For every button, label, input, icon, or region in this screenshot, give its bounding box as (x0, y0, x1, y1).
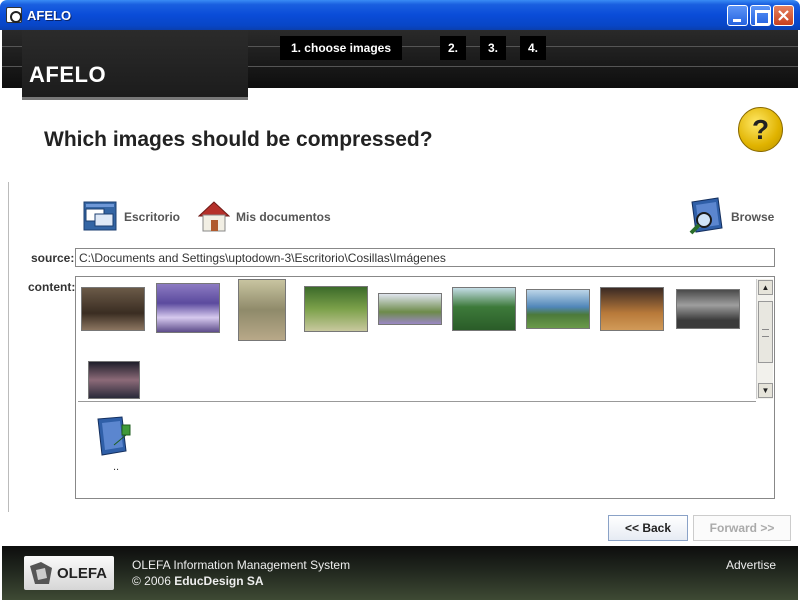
step-2: 2. (440, 36, 466, 60)
source-label: source: (31, 251, 75, 265)
scroll-thumb[interactable] (758, 301, 773, 363)
advertise-link[interactable]: Advertise (726, 558, 776, 572)
footer-system-name: OLEFA Information Management System (132, 558, 351, 572)
footer: OLEFA OLEFA Information Management Syste… (2, 546, 798, 600)
content-divider (78, 401, 756, 402)
home-icon[interactable] (198, 200, 230, 232)
copyright-prefix: © 2006 (132, 574, 171, 588)
logo-text: AFELO (29, 62, 107, 87)
parent-folder-label[interactable]: .. (113, 461, 119, 473)
page-question: Which images should be compressed? (44, 128, 433, 151)
close-button[interactable] (773, 5, 794, 26)
location-desktop[interactable]: Escritorio (124, 210, 180, 224)
image-thumbnail[interactable] (304, 286, 368, 332)
app-icon (6, 7, 22, 23)
step-4: 4. (520, 36, 546, 60)
step-choose-images: 1. choose images (280, 36, 402, 60)
header-banner: AFELO 1. choose images 2. 3. 4. (2, 30, 798, 100)
forward-button[interactable]: Forward >> (693, 515, 791, 541)
image-thumbnail[interactable] (378, 293, 442, 325)
source-path-field[interactable]: C:\Documents and Settings\uptodown-3\Esc… (75, 248, 775, 267)
desktop-icon[interactable] (83, 201, 117, 231)
scroll-down-icon[interactable]: ▼ (758, 383, 773, 398)
olefa-logo-icon (30, 562, 52, 584)
content-panel: .. ▲ ▼ (75, 276, 775, 499)
help-button[interactable]: ? (738, 107, 783, 152)
image-thumbnail[interactable] (676, 289, 740, 329)
left-rule (8, 182, 9, 512)
olefa-logo-text: OLEFA (57, 565, 108, 582)
minimize-button[interactable] (727, 5, 748, 26)
image-thumbnail[interactable] (526, 289, 590, 329)
scroll-up-icon[interactable]: ▲ (758, 280, 773, 295)
maximize-button[interactable] (750, 5, 771, 26)
content-label: content: (28, 280, 76, 294)
window-title: AFELO (27, 8, 72, 23)
afelo-logo: AFELO (22, 30, 248, 100)
image-thumbnail[interactable] (238, 279, 286, 341)
image-thumbnail[interactable] (600, 287, 664, 331)
footer-copyright: © 2006 EducDesign SA (132, 574, 264, 588)
step-3: 3. (480, 36, 506, 60)
browse-button[interactable]: Browse (731, 210, 774, 224)
olefa-logo: OLEFA (24, 556, 114, 590)
app-window: AFELO AFELO 1. choose images 2. 3. 4. Wh… (0, 0, 800, 600)
content-scrollbar[interactable]: ▲ ▼ (756, 279, 773, 399)
close-icon (778, 10, 789, 21)
image-thumbnail[interactable] (88, 361, 140, 399)
company-name: EducDesign SA (174, 574, 264, 588)
back-button[interactable]: << Back (608, 515, 688, 541)
title-bar[interactable]: AFELO (0, 0, 800, 30)
image-thumbnail[interactable] (81, 287, 145, 331)
image-thumbnail[interactable] (452, 287, 516, 331)
parent-folder-icon[interactable] (96, 415, 134, 457)
browse-folder-icon[interactable] (688, 196, 726, 236)
image-thumbnail[interactable] (156, 283, 220, 333)
location-documents[interactable]: Mis documentos (236, 210, 331, 224)
